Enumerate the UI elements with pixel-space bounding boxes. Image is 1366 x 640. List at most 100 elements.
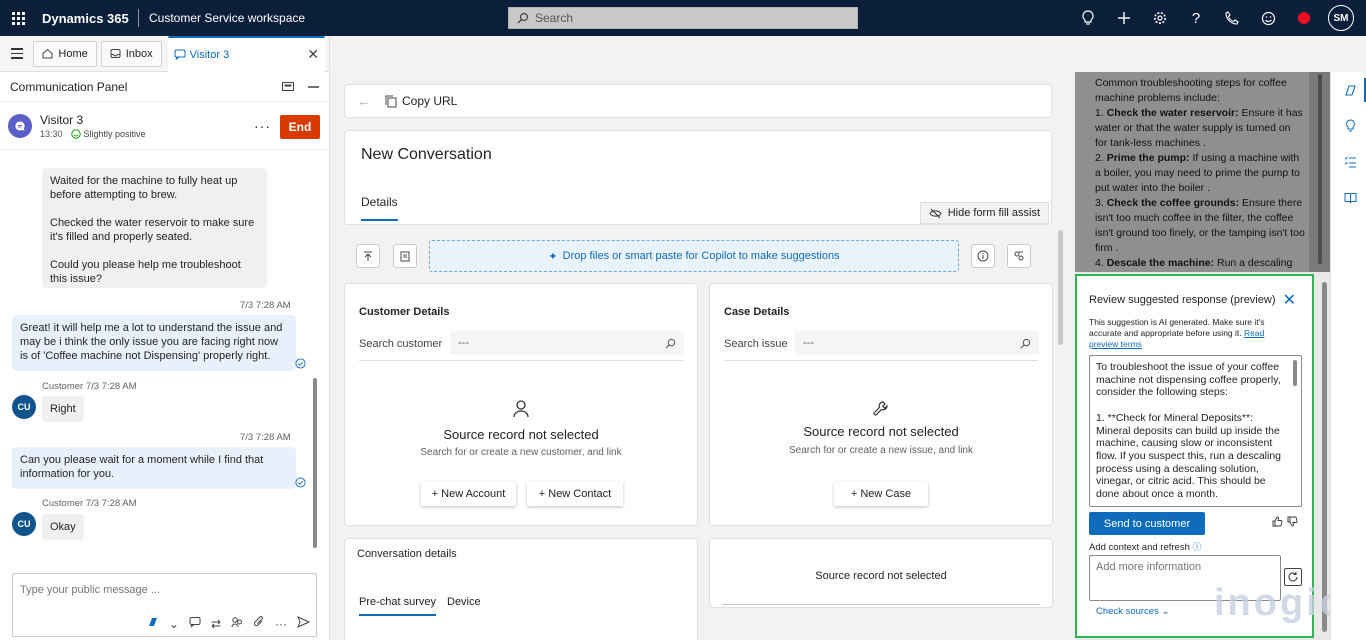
info-icon[interactable]: ⓘ [1193, 542, 1202, 552]
new-account-button[interactable]: + New Account [421, 482, 516, 506]
upload-icon[interactable] [356, 244, 380, 268]
hamburger-menu-icon[interactable] [0, 48, 33, 59]
customer-label: Customer 7/3 7:28 AM [42, 498, 137, 509]
copy-url-button[interactable]: Copy URL [402, 94, 457, 108]
copilot-dropzone[interactable]: ✦ Drop files or smart paste for Copilot … [429, 240, 959, 272]
global-search-input[interactable]: Search [508, 7, 858, 29]
search-customer-label: Search customer [359, 338, 443, 350]
consult-icon[interactable] [231, 616, 243, 631]
copilot-answer-overlay: Common troubleshooting steps for coffee … [1075, 72, 1331, 272]
visitor-chat-avatar-icon [8, 113, 32, 138]
customer-not-selected: Source record not selected [443, 427, 599, 442]
chat-transcript: Waited for the machine to fully heat up … [0, 168, 318, 564]
tab-pre-chat-survey[interactable]: Pre-chat survey [359, 596, 437, 616]
info-icon[interactable] [971, 244, 995, 268]
close-icon[interactable]: ✕ [1283, 290, 1296, 310]
case-not-selected: Source record not selected [803, 424, 959, 439]
paste-icon[interactable] [393, 244, 417, 268]
visitor-name: Visitor 3 [40, 112, 84, 127]
user-avatar[interactable]: SM [1328, 5, 1354, 31]
quick-replies-icon[interactable] [189, 616, 201, 631]
message-timestamp: 7/3 7:28 AM [240, 432, 291, 443]
form-scrollbar[interactable] [1058, 230, 1063, 345]
hide-form-fill-assist-button[interactable]: Hide form fill assist [919, 202, 1049, 224]
tab-visitor-label: Visitor 3 [189, 48, 230, 61]
lightbulb-icon[interactable] [1070, 0, 1106, 36]
phone-icon[interactable] [1214, 0, 1250, 36]
attachment-icon[interactable] [253, 616, 265, 631]
more-options-icon[interactable]: ··· [254, 118, 271, 134]
message-composer[interactable]: ⌄ ⇄ ··· [12, 573, 317, 637]
check-sources-label: Check sources [1096, 606, 1159, 617]
wrench-icon [873, 400, 889, 419]
settings-gear-icon[interactable] [1142, 0, 1178, 36]
communication-panel-title: Communication Panel [10, 79, 128, 94]
customer-not-selected-hint: Search for or create a new customer, and… [420, 447, 622, 458]
ai-disclaimer: This suggestion is AI generated. Make su… [1089, 317, 1294, 350]
case-not-selected-hint: Search for or create a new issue, and li… [789, 445, 973, 456]
copilot-rail-icon[interactable] [1342, 82, 1358, 98]
app-name[interactable]: Customer Service workspace [149, 11, 305, 25]
customer-details-heading: Customer Details [359, 306, 450, 318]
communication-panel-header: Communication Panel [0, 72, 329, 102]
help-icon[interactable]: ? [1178, 0, 1214, 36]
customer-avatar: CU [12, 512, 36, 536]
send-icon[interactable] [297, 616, 311, 631]
knowledge-book-icon[interactable] [1342, 190, 1358, 206]
check-sources-link[interactable]: Check sources ⌄ [1096, 606, 1169, 617]
add-context-label: Add context and refresh ⓘ [1089, 540, 1202, 553]
search-issue-input[interactable]: --- [795, 331, 1039, 355]
close-tab-icon[interactable]: ✕ [307, 46, 319, 63]
tab-home[interactable]: Home [33, 40, 97, 67]
tab-inbox[interactable]: Inbox [100, 40, 162, 67]
divider [138, 9, 139, 27]
form-assist-toolbar: ✦ Drop files or smart paste for Copilot … [356, 240, 1052, 272]
end-conversation-button[interactable]: End [280, 115, 320, 139]
customer-details-card: Customer Details Search customer --- Sou… [344, 283, 698, 526]
tab-visitor-3[interactable]: Visitor 3 ✕ [167, 35, 325, 72]
chevron-down-icon: ⌄ [1161, 606, 1170, 617]
form-settings-icon[interactable] [1007, 244, 1031, 268]
response-scrollbar[interactable] [1293, 360, 1297, 386]
presence-smiley-icon[interactable] [1250, 0, 1286, 36]
new-case-button[interactable]: + New Case [834, 482, 928, 506]
transfer-icon[interactable]: ⇄ [211, 617, 221, 631]
app-launcher-button[interactable] [0, 0, 36, 36]
tab-device[interactable]: Device [447, 596, 481, 608]
copilot-step: 1. Check the water reservoir: Ensure it … [1095, 107, 1303, 149]
message-input[interactable] [20, 584, 300, 596]
minimize-icon[interactable] [308, 85, 319, 88]
thumbs-up-icon[interactable] [1272, 516, 1283, 530]
back-arrow-icon[interactable]: ← [357, 93, 371, 109]
review-title: Review suggested response (preview) [1089, 294, 1276, 306]
ai-disclaimer-text: This suggestion is AI generated. Make su… [1089, 317, 1265, 338]
smart-assist-lightbulb-icon[interactable] [1342, 118, 1358, 134]
recording-status-icon[interactable] [1286, 0, 1322, 36]
chat-icon [174, 49, 186, 60]
new-contact-button[interactable]: + New Contact [527, 482, 623, 506]
more-tools-icon[interactable]: ··· [275, 617, 287, 631]
customer-avatar: CU [12, 395, 36, 419]
eye-off-icon [929, 208, 942, 218]
send-to-customer-button[interactable]: Send to customer [1089, 512, 1205, 535]
add-icon[interactable] [1106, 0, 1142, 36]
copilot-scrollbar[interactable] [1309, 72, 1331, 272]
customer-message: Right [42, 396, 84, 422]
copy-url-icon[interactable] [385, 95, 397, 108]
popout-icon[interactable] [282, 82, 294, 91]
chevron-down-icon[interactable]: ⌄ [169, 617, 179, 631]
checklist-icon[interactable] [1342, 154, 1358, 170]
person-icon [513, 400, 529, 421]
review-panel-scrollbar[interactable] [1322, 282, 1327, 632]
search-customer-input[interactable]: --- [450, 331, 684, 355]
copilot-icon[interactable] [147, 616, 159, 631]
thumbs-down-icon[interactable] [1287, 516, 1298, 530]
suggested-response-textarea[interactable]: To troubleshoot the issue of your coffee… [1089, 355, 1302, 507]
copilot-step: 4. Descale the machine: Run a descaling [1095, 257, 1293, 269]
case-details-heading: Case Details [724, 306, 790, 318]
top-bar: Dynamics 365 Customer Service workspace … [0, 0, 1366, 36]
chat-scrollbar[interactable] [313, 168, 317, 548]
brand-name[interactable]: Dynamics 365 [42, 11, 134, 26]
tab-details[interactable]: Details [361, 195, 398, 221]
search-icon [665, 338, 676, 348]
